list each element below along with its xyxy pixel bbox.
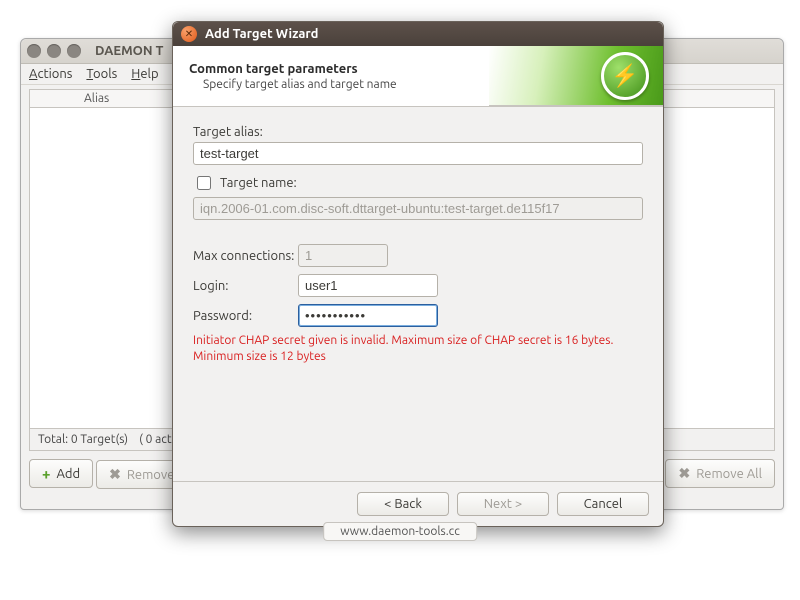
main-title: DAEMON T xyxy=(95,44,163,58)
x-icon: ✖ xyxy=(109,466,121,483)
lightning-icon: ⚡ xyxy=(601,52,649,100)
wizard-header-graphic: ⚡ xyxy=(489,46,663,106)
alias-label: Target alias: xyxy=(193,125,643,139)
next-button: Next > xyxy=(457,492,549,516)
menu-tools[interactable]: Tools xyxy=(86,67,117,81)
target-name-checkbox[interactable] xyxy=(197,176,211,190)
add-target-wizard: ✕ Add Target Wizard Common target parame… xyxy=(172,21,664,527)
target-name-label: Target name: xyxy=(220,176,297,190)
add-button[interactable]: +Add xyxy=(29,459,93,488)
back-button[interactable]: < Back xyxy=(357,492,449,516)
menu-actions[interactable]: Actions xyxy=(29,67,72,81)
alias-input[interactable] xyxy=(193,142,643,165)
login-label: Login: xyxy=(193,279,298,293)
cancel-button[interactable]: Cancel xyxy=(557,492,649,516)
minimize-icon[interactable] xyxy=(47,44,61,58)
error-message: Initiator CHAP secret given is invalid. … xyxy=(193,333,643,364)
url-label: www.daemon-tools.cc xyxy=(323,522,477,541)
status-total: Total: 0 Target(s) xyxy=(38,433,128,446)
maxconn-input xyxy=(298,244,388,267)
wizard-header: Common target parameters Specify target … xyxy=(173,46,663,107)
remove-all-button: ✖Remove All xyxy=(665,459,775,488)
menu-help[interactable]: Help xyxy=(131,67,158,81)
x-icon: ✖ xyxy=(678,465,690,482)
target-name-input xyxy=(193,197,643,220)
wizard-body: Target alias: Target name: Max connectio… xyxy=(173,107,663,481)
login-input[interactable] xyxy=(298,274,438,297)
password-label: Password: xyxy=(193,309,298,323)
close-icon[interactable] xyxy=(27,44,41,58)
password-input[interactable] xyxy=(298,304,438,327)
wizard-titlebar: ✕ Add Target Wizard xyxy=(173,22,663,46)
close-icon[interactable]: ✕ xyxy=(181,26,197,42)
wizard-title: Add Target Wizard xyxy=(205,27,318,41)
maxconn-label: Max connections: xyxy=(193,249,298,263)
plus-icon: + xyxy=(42,465,50,482)
wizard-footer: < Back Next > Cancel xyxy=(173,481,663,526)
maximize-icon[interactable] xyxy=(67,44,81,58)
